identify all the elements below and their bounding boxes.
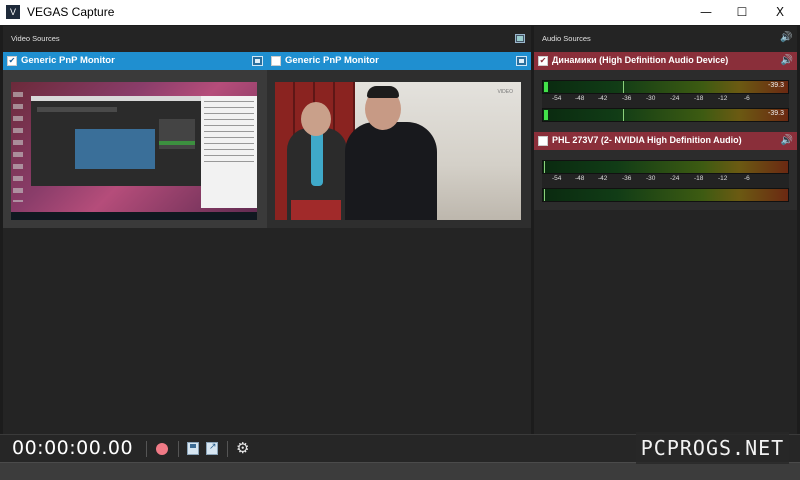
db-tick: -24 <box>670 95 680 102</box>
audio-sources-pane: Audio Sources 🔊 ✔ Динамики (High Definit… <box>534 26 797 434</box>
db-tick: -12 <box>718 95 728 102</box>
db-tick: -36 <box>622 175 632 182</box>
db-tick: -6 <box>744 95 750 102</box>
db-tick: -6 <box>744 175 750 182</box>
video-source-checkbox[interactable]: ✔ <box>7 56 17 66</box>
video-source-checkbox[interactable] <box>271 56 281 66</box>
audio-source-title: PHL 273V7 (2- NVIDIA High Definition Aud… <box>552 135 742 145</box>
db-tick: -48 <box>575 95 585 102</box>
level-bar <box>544 82 548 92</box>
preview-shorts <box>291 200 341 220</box>
audio-source-card[interactable]: PHL 273V7 (2- NVIDIA High Definition Aud… <box>534 132 797 210</box>
level-value: -39.3 <box>768 82 784 89</box>
video-source-title: Generic PnP Monitor <box>285 55 379 66</box>
title-bar: V VEGAS Capture — ☐ X <box>0 0 800 25</box>
toolbar-divider <box>146 441 147 457</box>
db-tick: -30 <box>646 175 656 182</box>
preview-person <box>345 122 437 220</box>
video-source-header: ✔ Generic PnP Monitor <box>3 52 267 70</box>
video-sources-header: Video Sources <box>11 34 60 43</box>
desktop-preview <box>11 82 257 220</box>
video-view-toggle-icon[interactable] <box>515 34 525 43</box>
level-meter: -39.3 <box>542 80 789 94</box>
speaker-icon[interactable]: 🔊 <box>780 32 794 44</box>
level-meter: -39.3 <box>542 108 789 122</box>
camera-preview: VIDEO <box>275 82 521 220</box>
audio-source-checkbox[interactable] <box>538 136 548 146</box>
db-tick: -42 <box>598 95 608 102</box>
level-value: -39.3 <box>768 110 784 117</box>
minimize-button[interactable]: — <box>686 0 726 25</box>
db-tick: -18 <box>694 95 704 102</box>
desktop-icons <box>13 92 23 202</box>
preview-taskbar <box>11 212 257 220</box>
db-tick: -24 <box>670 175 680 182</box>
peak-marker <box>544 189 545 201</box>
preview-document-window <box>201 96 257 208</box>
record-button[interactable] <box>156 443 168 455</box>
save-as-icon[interactable] <box>206 442 218 455</box>
video-source-card[interactable]: Generic PnP Monitor VIDEO <box>267 52 531 228</box>
close-button[interactable]: X <box>760 0 800 25</box>
audio-source-header: PHL 273V7 (2- NVIDIA High Definition Aud… <box>534 132 797 150</box>
db-scale: -54 -48 -42 -36 -30 -24 -18 -12 -6 <box>542 94 789 108</box>
level-meter <box>542 160 789 174</box>
preview-head <box>301 102 331 136</box>
peak-marker <box>544 161 545 173</box>
audio-source-title: Динамики (High Definition Audio Device) <box>552 55 729 65</box>
gear-icon[interactable]: ⚙ <box>236 439 249 457</box>
db-tick: -42 <box>598 175 608 182</box>
preview-hair <box>367 86 399 98</box>
video-source-settings-icon[interactable] <box>516 56 527 66</box>
save-icon[interactable] <box>187 442 199 455</box>
video-sources-pane: Video Sources ✔ Generic PnP Monitor Gene… <box>3 26 531 434</box>
maximize-button[interactable]: ☐ <box>722 0 762 25</box>
app-logo-icon: V <box>6 5 20 19</box>
audio-source-card[interactable]: ✔ Динамики (High Definition Audio Device… <box>534 52 797 132</box>
db-tick: -18 <box>694 175 704 182</box>
peak-marker <box>623 81 624 93</box>
audio-source-checkbox[interactable]: ✔ <box>538 56 548 66</box>
timecode-display: 00:00:00.00 <box>12 437 134 459</box>
preview-app-window <box>31 96 201 186</box>
toolbar-divider <box>227 441 228 457</box>
db-tick: -54 <box>552 175 562 182</box>
window-title: VEGAS Capture <box>27 5 115 19</box>
audio-sources-header: Audio Sources <box>542 34 591 43</box>
db-tick: -30 <box>646 95 656 102</box>
preview-channel-logo: VIDEO <box>497 89 513 95</box>
speaker-icon[interactable]: 🔊 <box>781 55 793 66</box>
video-source-card[interactable]: ✔ Generic PnP Monitor <box>3 52 267 228</box>
status-bar <box>0 462 800 480</box>
video-source-settings-icon[interactable] <box>252 56 263 66</box>
db-tick: -54 <box>552 95 562 102</box>
db-tick: -12 <box>718 175 728 182</box>
db-scale: -54 -48 -42 -36 -30 -24 -18 -12 -6 <box>542 174 789 188</box>
watermark: PCPROGS.NET <box>636 432 789 464</box>
level-bar <box>544 110 548 120</box>
db-tick: -36 <box>622 95 632 102</box>
video-source-header: Generic PnP Monitor <box>267 52 531 70</box>
toolbar-divider <box>178 441 179 457</box>
level-meter <box>542 188 789 202</box>
video-source-title: Generic PnP Monitor <box>21 55 115 66</box>
db-tick: -48 <box>575 175 585 182</box>
audio-source-header: ✔ Динамики (High Definition Audio Device… <box>534 52 797 70</box>
peak-marker <box>623 109 624 121</box>
speaker-icon[interactable]: 🔊 <box>781 135 793 146</box>
